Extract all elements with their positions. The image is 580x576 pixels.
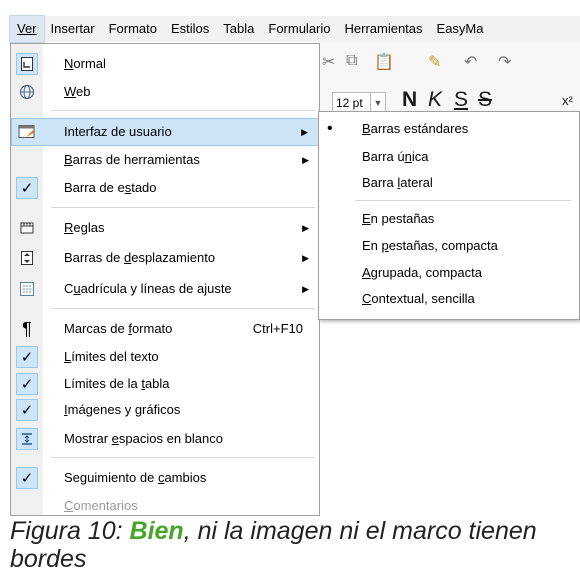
menu-bar: Ver Insertar Formato Estilos Tabla Formu… <box>9 15 580 43</box>
menu-tabla[interactable]: Tabla <box>216 16 261 42</box>
checkmark-icon: ✓ <box>16 399 38 421</box>
menu-item-whitespace[interactable]: Mostrar espacios en blanco <box>11 425 319 453</box>
menu-item-scrollbars[interactable]: Barras de desplazamiento ▶ <box>11 244 319 272</box>
submenu-item-label: Barra lateral <box>362 175 433 190</box>
rulers-icon <box>16 217 38 239</box>
menu-estilos[interactable]: Estilos <box>164 16 216 42</box>
submenu-arrow-icon: ▶ <box>302 223 309 233</box>
menu-item-grid[interactable]: Cuadrícula y líneas de ajuste ▶ <box>11 275 319 303</box>
bold-button[interactable]: N <box>402 88 417 112</box>
submenu-arrow-icon: ▶ <box>301 127 308 137</box>
radio-bullet-icon: • <box>327 120 333 137</box>
submenu-item-label: Barra única <box>362 149 429 164</box>
submenu-arrow-icon: ▶ <box>302 253 309 263</box>
shortcut-label: Ctrl+F10 <box>252 321 303 336</box>
menu-item-label: Seguimiento de cambios <box>64 470 207 485</box>
pilcrow-icon: ¶ <box>22 318 32 339</box>
submenu-item-single-toolbar[interactable]: Barra única <box>319 143 579 170</box>
copy-icon[interactable]: ⧉ <box>346 52 357 70</box>
menu-item-label: Cuadrícula y líneas de ajuste <box>64 281 232 296</box>
italic-button[interactable]: K <box>428 88 442 112</box>
submenu-item-sidebar[interactable]: Barra lateral <box>319 169 579 196</box>
undo-icon[interactable]: ↶ <box>464 52 477 72</box>
grid-icon <box>16 278 38 300</box>
menu-item-label: Reglas <box>64 220 105 235</box>
menu-separator <box>51 110 315 111</box>
submenu-item-tabbed[interactable]: En pestañas <box>319 205 579 232</box>
submenu-item-tabbed-compact[interactable]: En pestañas, compacta <box>319 232 579 259</box>
strikethrough-button[interactable]: S <box>478 88 492 112</box>
user-interface-icon <box>16 121 38 143</box>
submenu-item-label: Barras estándares <box>362 121 469 136</box>
menu-ver[interactable]: Ver <box>9 15 45 43</box>
submenu-arrow-icon: ▶ <box>302 155 309 165</box>
menu-item-web[interactable]: Web <box>11 78 319 106</box>
menu-item-normal[interactable]: Normal <box>11 50 319 78</box>
view-menu: Normal Web Interfaz de usuario ▶ Barras … <box>10 43 320 516</box>
checkmark-icon: ✓ <box>16 346 38 368</box>
scrollbars-icon <box>16 247 38 269</box>
caption-emphasis: Bien <box>129 517 184 545</box>
paste-icon[interactable]: 📋 <box>374 52 394 72</box>
submenu-item-label: En pestañas, compacta <box>362 238 498 253</box>
submenu-item-groupedbar-compact[interactable]: Agrupada, compacta <box>319 259 579 286</box>
menu-formato[interactable]: Formato <box>102 16 164 42</box>
menu-item-table-boundaries[interactable]: ✓ Límites de la tabla <box>11 370 319 398</box>
checkmark-icon: ✓ <box>16 467 38 489</box>
menu-item-label: Límites de la tabla <box>64 376 170 391</box>
checkmark-icon: ✓ <box>16 177 38 199</box>
menu-item-label: Marcas de formato <box>64 321 173 336</box>
whitespace-icon <box>16 428 38 450</box>
menu-item-toolbars[interactable]: Barras de herramientas ▶ <box>11 146 319 174</box>
menu-herramientas[interactable]: Herramientas <box>338 16 430 42</box>
menu-item-track-changes[interactable]: ✓ Seguimiento de cambios <box>11 464 319 492</box>
menu-separator <box>51 308 315 309</box>
font-size-value: 12 pt <box>336 96 363 110</box>
menu-item-status-bar[interactable]: ✓ Barra de estado <box>11 174 319 202</box>
submenu-item-contextual-single[interactable]: Contextual, sencilla <box>319 285 579 312</box>
submenu-item-label: Contextual, sencilla <box>362 291 475 306</box>
menu-item-label: Límites del texto <box>64 349 159 364</box>
font-size-box[interactable]: 12 pt ▼ <box>332 92 386 112</box>
menu-item-label: Normal <box>64 56 106 71</box>
menu-item-rulers[interactable]: Reglas ▶ <box>11 214 319 242</box>
menu-separator <box>51 457 315 458</box>
checkmark-icon: ✓ <box>16 373 38 395</box>
menu-item-text-boundaries[interactable]: ✓ Límites del texto <box>11 343 319 371</box>
submenu-item-standard-toolbar[interactable]: • Barras estándares <box>319 115 579 142</box>
menu-insertar[interactable]: Insertar <box>44 16 102 42</box>
menu-item-formatting-marks[interactable]: ¶ Marcas de formato Ctrl+F10 <box>11 315 319 343</box>
submenu-item-label: En pestañas <box>362 211 435 226</box>
caption-prefix: Figura 10: <box>10 517 130 545</box>
submenu-separator <box>355 200 571 201</box>
menu-separator <box>51 207 315 208</box>
chevron-down-icon[interactable]: ▼ <box>370 93 385 111</box>
menu-item-images-charts[interactable]: ✓ Imágenes y gráficos <box>11 396 319 424</box>
clone-formatting-icon[interactable]: ✎ <box>428 52 441 72</box>
figure-caption: Figura 10: Bien, ni la imagen ni el marc… <box>10 517 575 573</box>
menu-item-label: Comentarios <box>64 498 138 513</box>
cut-icon[interactable]: ✂ <box>322 52 335 72</box>
underline-button[interactable]: S <box>454 88 468 112</box>
menu-item-label: Mostrar espacios en blanco <box>64 431 223 446</box>
menu-item-label: Barras de herramientas <box>64 152 200 167</box>
menu-item-comments: Comentarios <box>11 492 319 515</box>
menu-item-label: Imágenes y gráficos <box>64 402 181 417</box>
redo-icon[interactable]: ↷ <box>498 52 511 72</box>
menu-item-label: Barra de estado <box>64 180 157 195</box>
normal-view-icon <box>16 53 38 75</box>
menu-item-label: Interfaz de usuario <box>64 124 172 139</box>
superscript-button[interactable]: x² <box>562 93 573 108</box>
menu-item-label: Web <box>64 84 91 99</box>
submenu-arrow-icon: ▶ <box>302 284 309 294</box>
menu-easymacros[interactable]: EasyMa <box>430 16 491 42</box>
menu-formulario[interactable]: Formulario <box>261 16 337 42</box>
globe-icon <box>16 81 38 103</box>
user-interface-submenu: • Barras estándares Barra única Barra la… <box>318 111 580 320</box>
menu-item-label: Barras de desplazamiento <box>64 250 216 265</box>
menu-item-user-interface[interactable]: Interfaz de usuario ▶ <box>11 118 319 146</box>
submenu-item-label: Agrupada, compacta <box>362 265 482 280</box>
